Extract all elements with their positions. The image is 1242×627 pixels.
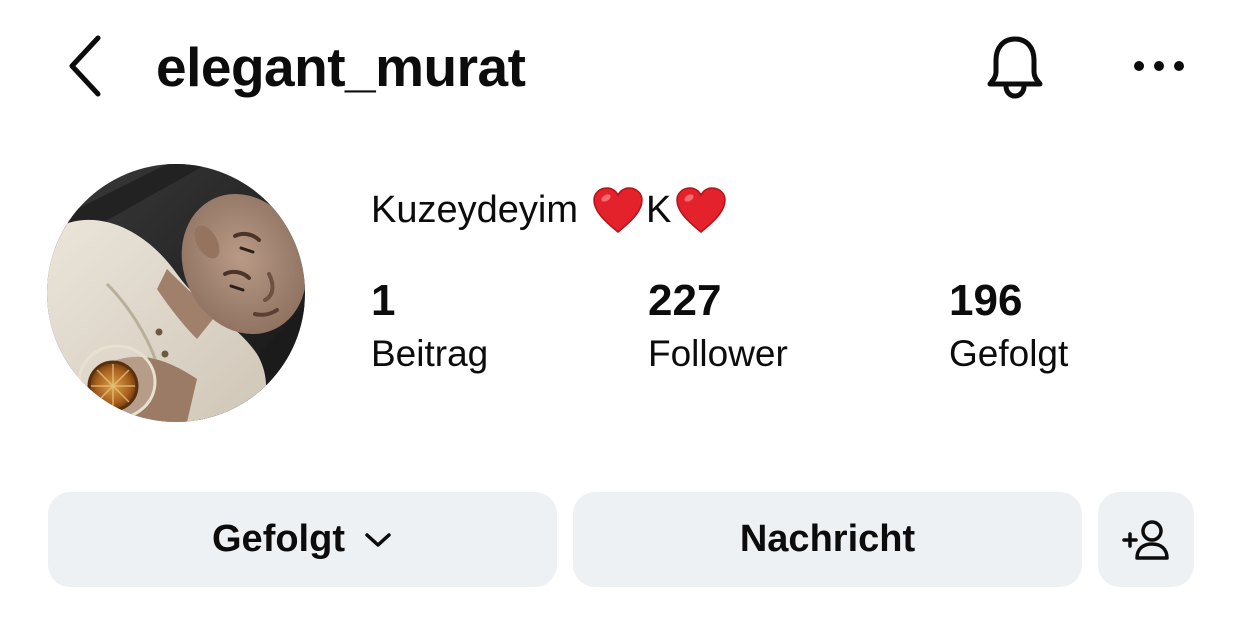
stat-following-label: Gefolgt	[949, 333, 1069, 374]
chevron-down-icon	[365, 532, 391, 547]
stat-posts-value: 1	[371, 276, 396, 325]
more-options-button[interactable]	[1122, 40, 1196, 92]
stat-followers-value: 227	[648, 276, 722, 325]
display-name-letter: K	[645, 189, 672, 231]
message-button-label: Nachricht	[739, 518, 916, 560]
red-heart-icon	[676, 187, 727, 233]
profile-display-name: Kuzeydeyim K	[371, 186, 727, 234]
stat-followers[interactable]: 227 Follower	[648, 276, 788, 378]
avatar[interactable]	[47, 164, 305, 422]
profile-header: elegant_murat	[0, 0, 1242, 135]
stat-posts[interactable]: 1 Beitrag	[371, 276, 488, 378]
chevron-left-icon	[69, 35, 101, 97]
add-user-button[interactable]	[1098, 492, 1194, 587]
following-button[interactable]: Gefolgt	[48, 492, 557, 587]
stat-following-value: 196	[949, 276, 1023, 325]
message-button[interactable]: Nachricht	[573, 492, 1082, 587]
stat-posts-label: Beitrag	[371, 333, 489, 374]
display-name-text: Kuzeydeyim	[371, 189, 578, 231]
notifications-button[interactable]	[978, 30, 1052, 104]
stat-following[interactable]: 196 Gefolgt	[949, 276, 1068, 378]
profile-username: elegant_murat	[156, 36, 526, 98]
profile-photo	[47, 164, 305, 422]
more-horizontal-icon	[1134, 61, 1184, 71]
stat-followers-label: Follower	[648, 333, 788, 374]
back-button[interactable]	[58, 32, 110, 100]
bell-icon	[987, 36, 1043, 99]
red-heart-icon	[593, 187, 643, 233]
following-button-label: Gefolgt	[212, 518, 345, 560]
add-person-icon	[1122, 519, 1169, 560]
